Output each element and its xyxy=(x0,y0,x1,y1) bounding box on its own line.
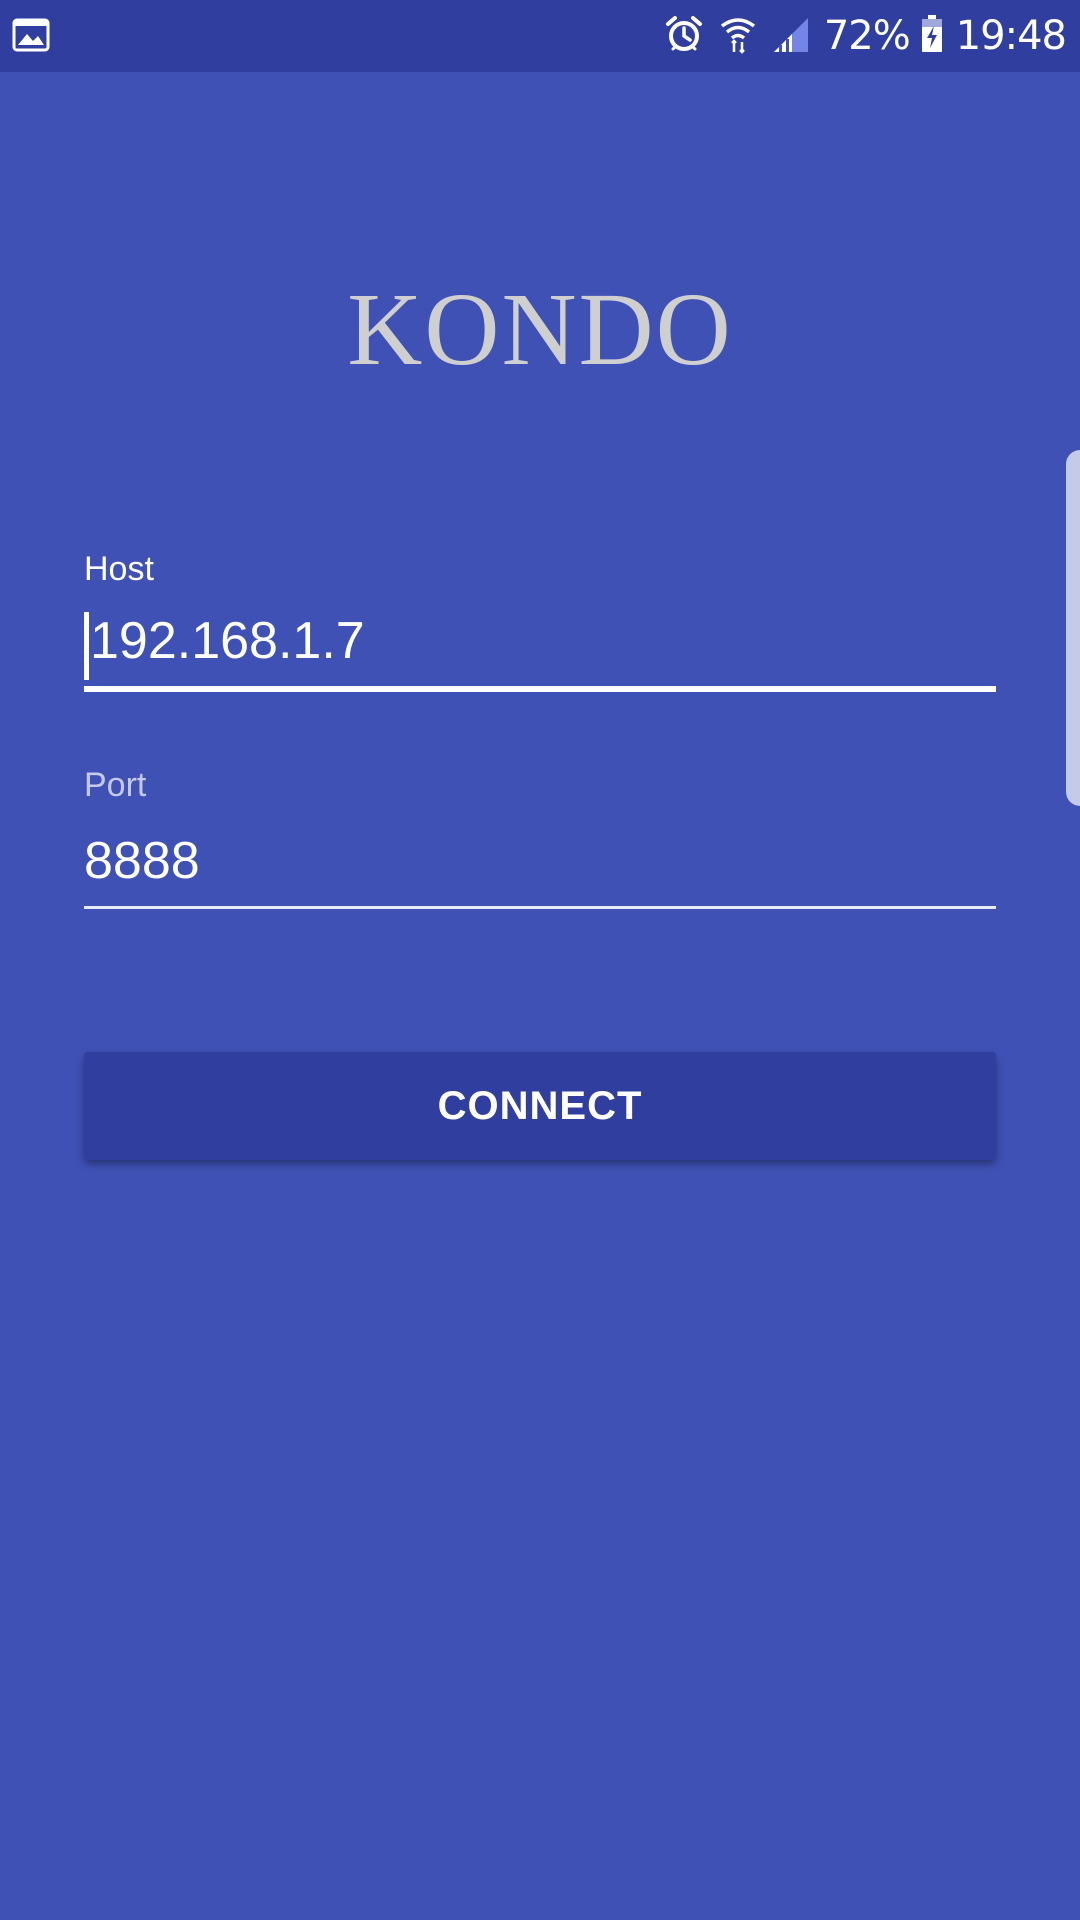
clock: 19:48 xyxy=(955,13,1067,59)
app-logo: KONDO xyxy=(347,272,733,387)
port-input-wrap xyxy=(84,826,996,896)
edge-panel-handle[interactable] xyxy=(1066,450,1080,806)
host-input-wrap xyxy=(84,606,1002,680)
host-input[interactable] xyxy=(84,606,1002,676)
app-screen: 72% 19:48 KONDO Host Port xyxy=(0,0,1080,1920)
port-underline xyxy=(84,906,996,909)
port-label: Port xyxy=(84,766,147,804)
battery-charging-icon xyxy=(920,14,944,59)
host-field: Host xyxy=(84,550,1002,692)
port-input[interactable] xyxy=(84,826,996,896)
image-icon xyxy=(12,16,50,54)
host-underline xyxy=(84,686,996,692)
signal-icon xyxy=(772,14,810,59)
connect-button[interactable]: CONNECT xyxy=(84,1052,996,1160)
status-bar: 72% 19:48 xyxy=(0,0,1080,72)
alarm-icon xyxy=(664,14,704,59)
battery-percent: 72% xyxy=(823,13,911,59)
text-cursor xyxy=(84,612,89,680)
host-label: Host xyxy=(84,550,154,588)
port-field: Port xyxy=(84,768,996,909)
wifi-icon xyxy=(718,14,758,59)
status-icons: 72% 19:48 xyxy=(664,0,1067,72)
